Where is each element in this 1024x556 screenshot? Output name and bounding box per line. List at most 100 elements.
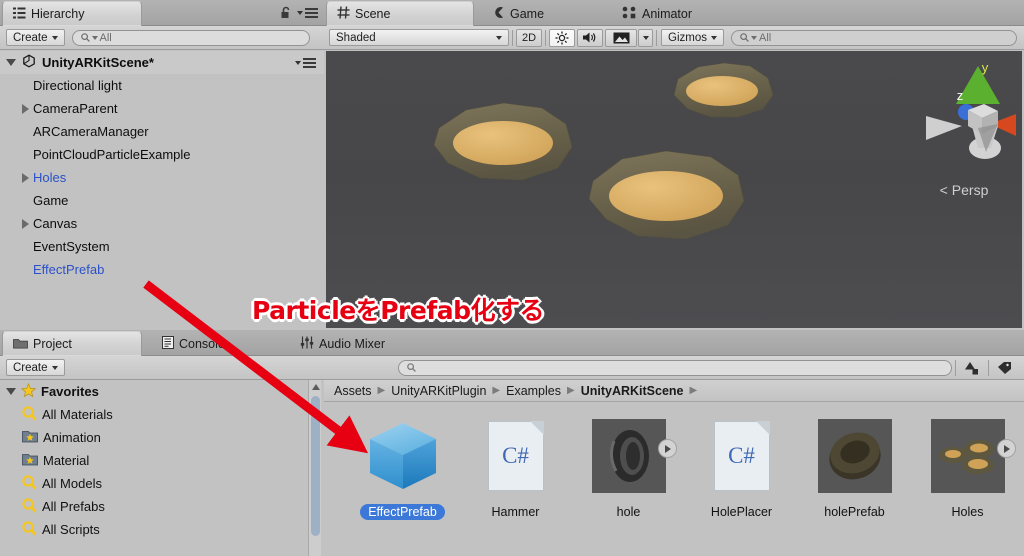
tab-scene[interactable]: Scene — [326, 1, 474, 26]
search-icon — [740, 33, 749, 42]
scene-audio-toggle[interactable] — [577, 28, 603, 47]
tab-audio-mixer[interactable]: Audio Mixer — [290, 331, 399, 356]
favorites-item-all-models[interactable]: All Models — [0, 472, 308, 495]
draw-mode-dropdown[interactable]: Shaded — [329, 29, 509, 46]
hierarchy-search-input[interactable]: All — [71, 29, 310, 46]
scene-projection-toggle[interactable]: < Persp — [914, 182, 1014, 198]
breadcrumb-item-2[interactable]: Examples — [506, 384, 561, 398]
tab-game[interactable]: Game — [482, 1, 558, 26]
hierarchy-item-label: PointCloudParticleExample — [33, 147, 191, 162]
hierarchy-scene-row[interactable]: UnityARKitScene* — [0, 51, 324, 74]
hierarchy-item-effectprefab[interactable]: EffectPrefab — [0, 258, 324, 281]
asset-item-hole[interactable]: hole — [572, 403, 685, 556]
project-search-input[interactable] — [397, 359, 952, 376]
hierarchy-item-arcameramanager[interactable]: ARCameraManager — [0, 120, 324, 143]
chevron-down-icon — [496, 35, 502, 40]
hierarchy-icon — [13, 7, 26, 22]
folder-icon — [13, 337, 28, 352]
chevron-right-icon[interactable] — [22, 103, 29, 114]
unlock-icon[interactable] — [280, 6, 292, 25]
asset-item-holeplacer[interactable]: C# HolePlacer — [685, 403, 798, 556]
hierarchy-item-label: ARCameraManager — [33, 124, 149, 139]
chevron-right-icon[interactable] — [22, 172, 29, 183]
scene-fx-dropdown[interactable] — [638, 28, 653, 47]
toggle-2d-button[interactable]: 2D — [516, 28, 542, 47]
breadcrumb-item-1[interactable]: UnityARKitPlugin — [391, 384, 486, 398]
tab-hierarchy[interactable]: Hierarchy — [2, 1, 142, 26]
filter-by-label-icon[interactable] — [992, 361, 1018, 375]
hierarchy-search-text: All — [99, 31, 112, 44]
scene-viewport[interactable]: y z < Persp — [326, 51, 1022, 328]
asset-item-effectprefab[interactable]: EffectPrefab — [346, 403, 459, 556]
toolbar-separator — [988, 359, 989, 376]
chevron-down-icon[interactable] — [6, 59, 16, 66]
hierarchy-item-canvas[interactable]: Canvas — [0, 212, 324, 235]
chevron-down-icon[interactable] — [6, 388, 16, 395]
project-left-scrollbar[interactable] — [308, 380, 321, 556]
scene-menu-icon[interactable] — [295, 57, 316, 68]
hierarchy-create-button[interactable]: Create — [6, 29, 65, 46]
tab-scene-label: Scene — [355, 7, 391, 21]
scene-orientation-gizmo[interactable]: y z < Persp — [912, 56, 1016, 206]
asset-item-label: EffectPrefab — [360, 504, 445, 520]
filter-by-type-icon[interactable] — [959, 361, 985, 375]
favorites-item-material[interactable]: Material — [0, 449, 308, 472]
tab-animator[interactable]: Animator — [612, 1, 706, 26]
favorites-item-all-materials[interactable]: All Materials — [0, 403, 308, 426]
image-icon — [613, 32, 629, 43]
favorites-item-animation[interactable]: Animation — [0, 426, 308, 449]
scene-fx-toggle[interactable] — [605, 28, 637, 47]
chevron-right-icon[interactable] — [22, 218, 29, 229]
breadcrumb-separator-icon: ▶ — [492, 385, 501, 396]
gamepad-icon — [492, 6, 505, 22]
favorites-label: Favorites — [41, 384, 99, 399]
breadcrumb[interactable]: Assets ▶ UnityARKitPlugin ▶ Examples ▶ U… — [324, 380, 1024, 402]
asset-grid[interactable]: EffectPrefab C# Hammer hole C# HolePlacer hole… — [324, 403, 1024, 556]
favorites-root-row[interactable]: Favorites — [0, 380, 308, 403]
hierarchy-tree[interactable]: UnityARKitScene* Directional light Camera… — [0, 51, 324, 330]
breadcrumb-item-0[interactable]: Assets — [334, 384, 372, 398]
favorites-item-label: Material — [43, 453, 90, 468]
chevron-down-icon — [91, 35, 98, 40]
hierarchy-item-game[interactable]: Game — [0, 189, 324, 212]
hierarchy-item-cameraparent[interactable]: CameraParent — [0, 97, 324, 120]
scene-search-input[interactable]: All — [730, 29, 1017, 46]
hierarchy-item-label: CameraParent — [33, 101, 118, 116]
search-favorite-icon — [22, 474, 37, 493]
asset-item-hammer[interactable]: C# Hammer — [459, 403, 572, 556]
play-preview-icon[interactable] — [657, 439, 677, 458]
hierarchy-item-eventsystem[interactable]: EventSystem — [0, 235, 324, 258]
hierarchy-item-pointcloudparticleexample[interactable]: PointCloudParticleExample — [0, 143, 324, 166]
chevron-down-icon — [750, 35, 757, 40]
panel-menu-icon[interactable] — [297, 8, 318, 18]
asset-item-holeprefab[interactable]: holePrefab — [798, 403, 911, 556]
asset-item-label: Holes — [951, 505, 984, 519]
play-preview-icon[interactable] — [996, 439, 1016, 458]
tab-project[interactable]: Project — [2, 331, 142, 356]
breadcrumb-item-3[interactable]: UnityARKitScene — [581, 384, 684, 398]
asset-item-label: hole — [616, 505, 641, 519]
hierarchy-item-holes[interactable]: Holes — [0, 166, 324, 189]
scene-lighting-toggle[interactable] — [549, 28, 575, 47]
draw-mode-label: Shaded — [336, 31, 376, 44]
tab-audio-mixer-label: Audio Mixer — [319, 336, 385, 351]
scrollbar-thumb[interactable] — [311, 396, 320, 536]
hierarchy-item-directional-light[interactable]: Directional light — [0, 74, 324, 97]
project-favorites-tree[interactable]: Favorites All Materials Animation Material… — [0, 380, 308, 556]
tab-console[interactable]: Console — [152, 331, 239, 356]
project-create-button[interactable]: Create — [6, 359, 65, 376]
favorites-item-all-scripts[interactable]: All Scripts — [0, 518, 308, 541]
gizmos-dropdown[interactable]: Gizmos — [661, 29, 724, 46]
project-toolbar: Create — [0, 356, 1024, 380]
scroll-up-arrow-icon[interactable] — [312, 384, 320, 390]
asset-item-holes[interactable]: Holes — [911, 403, 1024, 556]
tab-animator-label: Animator — [642, 6, 693, 21]
hierarchy-create-label: Create — [13, 31, 48, 44]
unity-editor-window: Hierarchy Create All UnityARKitScene* Di… — [0, 0, 1024, 556]
toolbar-separator — [955, 359, 956, 376]
favorites-item-all-prefabs[interactable]: All Prefabs — [0, 495, 308, 518]
